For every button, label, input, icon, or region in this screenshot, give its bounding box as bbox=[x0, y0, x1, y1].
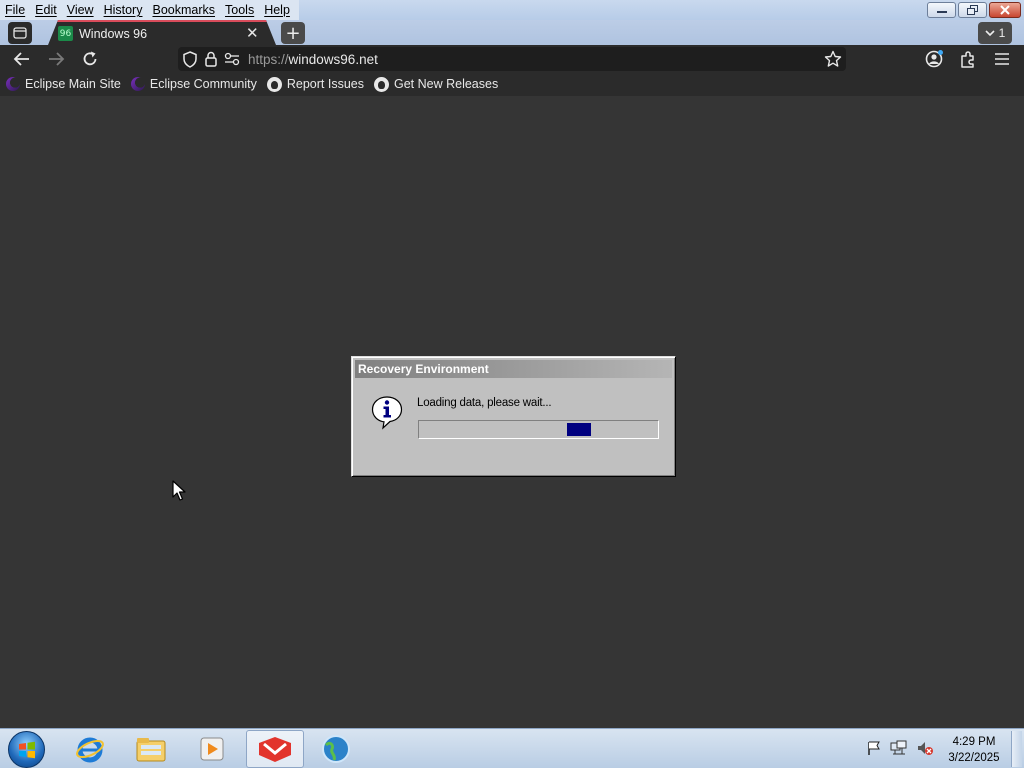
menu-edit[interactable]: Edit bbox=[30, 0, 62, 20]
clock-time: 4:29 PM bbox=[952, 736, 996, 748]
system-tray bbox=[866, 740, 934, 756]
forward-arrow-icon bbox=[49, 52, 65, 66]
back-button[interactable] bbox=[12, 49, 32, 69]
progress-bar bbox=[418, 420, 659, 439]
bookmarks-toolbar: Eclipse Main Site Eclipse Community Repo… bbox=[0, 72, 1024, 96]
github-icon bbox=[266, 76, 282, 92]
minimize-button[interactable] bbox=[927, 2, 956, 18]
tab-count: 1 bbox=[998, 26, 1006, 40]
taskbar-clock[interactable]: 4:29 PM 3/22/2025 bbox=[944, 734, 1004, 766]
bookmark-label: Report Issues bbox=[286, 77, 364, 91]
restore-button[interactable] bbox=[958, 2, 987, 18]
app-menu-button[interactable] bbox=[992, 49, 1012, 69]
menu-tools[interactable]: Tools bbox=[220, 0, 259, 20]
chevron-down-icon bbox=[985, 29, 995, 36]
recovery-dialog: Recovery Environment Loading data, pleas… bbox=[351, 356, 676, 477]
tab-title: Windows 96 bbox=[79, 27, 148, 41]
bookmark-star-icon[interactable] bbox=[824, 50, 842, 68]
close-icon bbox=[1000, 5, 1010, 15]
bookmark-eclipse-main-site[interactable]: Eclipse Main Site bbox=[6, 77, 121, 91]
account-button[interactable] bbox=[924, 49, 944, 69]
url-text: https://windows96.net bbox=[248, 52, 378, 67]
dialog-message: Loading data, please wait... bbox=[417, 397, 552, 409]
tab-windows96[interactable]: 96 Windows 96 ✕ bbox=[48, 20, 276, 45]
media-player-icon bbox=[200, 737, 224, 761]
bookmark-label: Eclipse Community bbox=[149, 77, 257, 91]
eclipse-icon bbox=[130, 77, 145, 91]
github-icon bbox=[373, 76, 389, 92]
network-icon[interactable] bbox=[890, 740, 908, 756]
tab-overview-button[interactable] bbox=[8, 22, 32, 44]
volume-muted-icon[interactable] bbox=[916, 740, 934, 756]
taskbar-media-player[interactable] bbox=[183, 730, 241, 768]
menu-history[interactable]: History bbox=[99, 0, 148, 20]
tab-close-icon[interactable]: ✕ bbox=[246, 24, 259, 42]
taskbar-file-explorer[interactable] bbox=[122, 730, 180, 768]
back-arrow-icon bbox=[13, 52, 29, 66]
taskbar-internet-explorer[interactable] bbox=[61, 730, 119, 768]
bookmark-eclipse-community[interactable]: Eclipse Community bbox=[130, 77, 257, 91]
show-desktop-button[interactable] bbox=[1011, 731, 1022, 767]
info-icon bbox=[371, 396, 403, 430]
new-tab-button[interactable]: + bbox=[281, 22, 305, 44]
file-explorer-icon bbox=[136, 738, 166, 762]
taskbar-globe-app[interactable] bbox=[307, 730, 365, 768]
menu-bookmarks[interactable]: Bookmarks bbox=[147, 0, 220, 20]
windows96-favicon-icon: 96 bbox=[58, 26, 73, 41]
reload-button[interactable] bbox=[80, 49, 100, 69]
action-center-flag-icon[interactable] bbox=[866, 740, 882, 756]
taskbar-browser[interactable] bbox=[246, 730, 304, 768]
bookmark-label: Eclipse Main Site bbox=[25, 77, 121, 91]
mouse-cursor-icon bbox=[172, 480, 186, 501]
list-all-tabs-button[interactable]: 1 bbox=[978, 22, 1012, 44]
reload-icon bbox=[83, 51, 97, 66]
forward-button[interactable] bbox=[46, 49, 66, 69]
restore-icon bbox=[966, 5, 978, 15]
tab-strip: 96 Windows 96 ✕ + 1 bbox=[0, 20, 1024, 45]
progress-indicator bbox=[566, 423, 591, 436]
clock-date: 3/22/2025 bbox=[948, 752, 1000, 764]
taskbar: 4:29 PM 3/22/2025 bbox=[0, 728, 1024, 768]
windows-logo-icon bbox=[18, 741, 35, 758]
plus-icon: + bbox=[285, 22, 301, 44]
puzzle-piece-icon bbox=[961, 51, 974, 68]
tracking-protection-shield-icon bbox=[183, 51, 197, 68]
minimize-icon bbox=[936, 11, 947, 13]
window-titlebar: File Edit View History Bookmarks Tools H… bbox=[0, 0, 1024, 20]
lock-icon bbox=[205, 51, 217, 67]
close-window-button[interactable] bbox=[989, 2, 1021, 18]
site-permissions-icon bbox=[224, 52, 240, 66]
eclipse-icon bbox=[6, 77, 20, 91]
tab-overview-icon bbox=[13, 27, 27, 39]
account-icon bbox=[925, 50, 943, 68]
menu-bar: File Edit View History Bookmarks Tools H… bbox=[0, 0, 299, 20]
window-controls bbox=[927, 2, 1021, 18]
bookmark-label: Get New Releases bbox=[393, 77, 499, 91]
internet-explorer-icon bbox=[76, 737, 104, 763]
menu-file[interactable]: File bbox=[0, 0, 30, 20]
dialog-title: Recovery Environment bbox=[355, 360, 672, 378]
globe-app-icon bbox=[322, 735, 350, 763]
bookmark-get-new-releases[interactable]: Get New Releases bbox=[373, 76, 499, 92]
menu-view[interactable]: View bbox=[62, 0, 99, 20]
navigation-toolbar: https://windows96.net bbox=[0, 45, 1024, 72]
hamburger-menu-icon bbox=[995, 53, 1009, 65]
url-host: windows96.net bbox=[288, 52, 378, 67]
start-button[interactable] bbox=[8, 731, 45, 768]
browser-app-icon bbox=[259, 737, 291, 762]
url-scheme: https:// bbox=[248, 52, 289, 67]
extensions-button[interactable] bbox=[958, 49, 978, 69]
bookmark-report-issues[interactable]: Report Issues bbox=[266, 76, 364, 92]
address-bar[interactable]: https://windows96.net bbox=[178, 47, 846, 71]
menu-help[interactable]: Help bbox=[259, 0, 295, 20]
